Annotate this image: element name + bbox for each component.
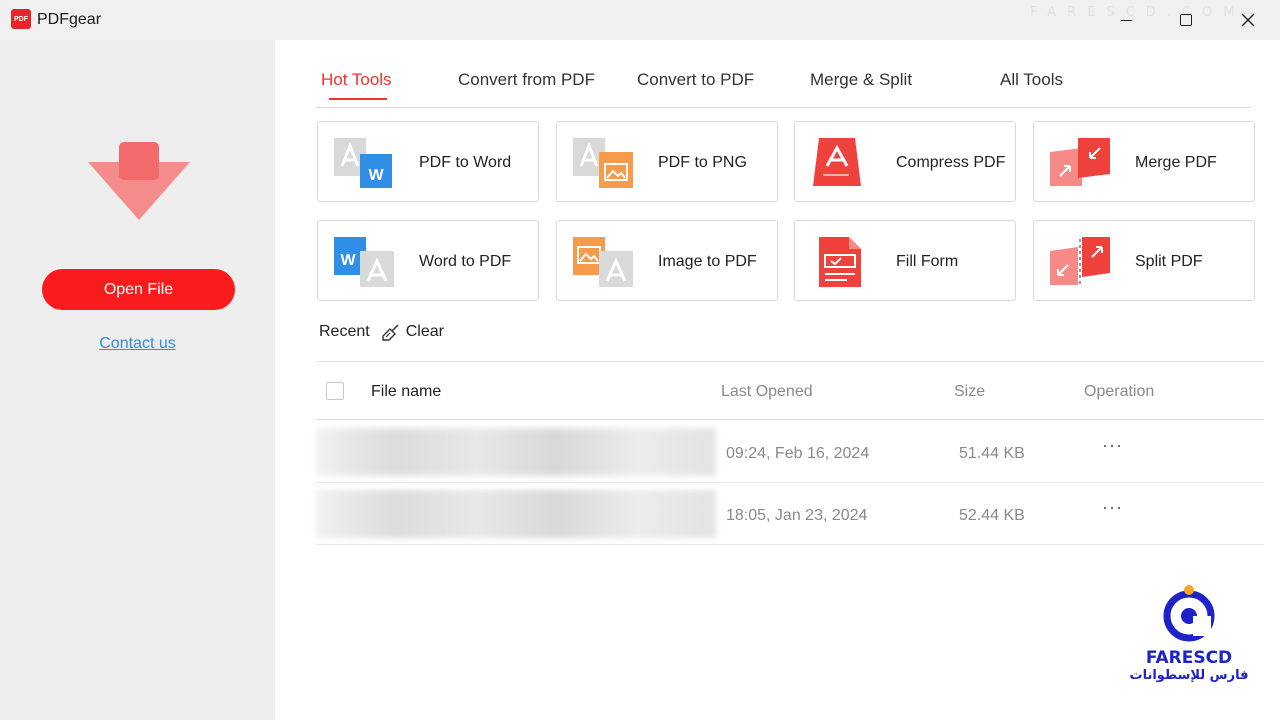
tool-label: Split PDF — [1135, 253, 1203, 270]
tool-label: Image to PDF — [658, 253, 757, 270]
column-operation: Operation — [1084, 383, 1155, 400]
contact-us-link[interactable]: Contact us — [0, 335, 275, 353]
svg-text:W: W — [368, 167, 384, 184]
watermark-brand: FARESCD — [1145, 648, 1233, 668]
fill-form-icon — [819, 237, 861, 287]
sidebar: Open File Contact us — [0, 40, 275, 720]
maximize-icon — [1180, 14, 1192, 26]
tool-card-pdf-to-word[interactable]: W PDF to Word — [317, 121, 539, 202]
size-cell: 51.44 KB — [959, 445, 1025, 462]
last-opened-cell: 18:05, Jan 23, 2024 — [726, 507, 868, 524]
close-icon — [1241, 13, 1255, 27]
active-tab-indicator — [329, 98, 387, 100]
minimize-button[interactable] — [1096, 0, 1156, 40]
close-button[interactable] — [1218, 0, 1278, 40]
clear-label: Clear — [405, 323, 444, 340]
split-pdf-icon — [1050, 237, 1110, 287]
merge-pdf-icon — [1050, 138, 1110, 186]
tool-label: Compress PDF — [896, 154, 1006, 171]
tool-card-image-to-pdf[interactable]: Image to PDF — [556, 220, 778, 301]
clear-button[interactable]: Clear — [381, 323, 444, 341]
tool-label: Word to PDF — [419, 253, 512, 270]
tool-label: Merge PDF — [1135, 154, 1217, 171]
table-header: File name Last Opened Size Operation — [316, 362, 1264, 420]
file-name-blurred — [316, 428, 716, 476]
tool-card-pdf-to-png[interactable]: PDF to PNG — [556, 121, 778, 202]
tool-label: PDF to Word — [419, 154, 512, 171]
title-bar: PDF PDFgear FARESCD.COM — [0, 0, 1280, 40]
compress-pdf-icon — [813, 138, 861, 186]
tab-convert-from-pdf[interactable]: Convert from PDF — [458, 70, 595, 90]
app-logo: PDF — [11, 9, 31, 29]
maximize-button[interactable] — [1156, 0, 1216, 40]
tool-card-merge-pdf[interactable]: Merge PDF — [1033, 121, 1255, 202]
tool-card-split-pdf[interactable]: Split PDF — [1033, 220, 1255, 301]
word-to-pdf-icon: W — [334, 237, 394, 287]
tool-card-compress-pdf[interactable]: Compress PDF — [794, 121, 1016, 202]
tab-merge-split[interactable]: Merge & Split — [810, 70, 912, 90]
last-opened-cell: 09:24, Feb 16, 2024 — [726, 445, 870, 462]
column-last-opened[interactable]: Last Opened — [721, 383, 813, 401]
recent-header: Recent Clear — [319, 322, 444, 342]
select-all-checkbox[interactable] — [326, 382, 344, 400]
watermark-arabic: فارس للإسطوانات — [1129, 668, 1249, 683]
more-options-icon[interactable]: ··· — [1102, 497, 1123, 518]
open-file-button[interactable]: Open File — [42, 269, 235, 310]
more-options-icon[interactable]: ··· — [1102, 435, 1123, 456]
image-to-pdf-icon — [573, 237, 633, 287]
tab-convert-to-pdf[interactable]: Convert to PDF — [637, 70, 754, 90]
tool-label: PDF to PNG — [658, 154, 747, 171]
tool-card-fill-form[interactable]: Fill Form — [794, 220, 1016, 301]
table-row[interactable]: 18:05, Jan 23, 2024 52.44 KB ··· — [316, 483, 1264, 545]
pdf-to-word-icon: W — [334, 138, 392, 188]
minimize-icon — [1120, 19, 1132, 21]
column-size[interactable]: Size — [954, 383, 985, 401]
tab-all-tools[interactable]: All Tools — [1000, 70, 1063, 90]
tool-tabs: Hot Tools Convert from PDF Convert to PD… — [316, 60, 1251, 108]
svg-text:W: W — [340, 252, 356, 269]
tool-card-word-to-pdf[interactable]: W Word to PDF — [317, 220, 539, 301]
tool-label: Fill Form — [896, 253, 959, 270]
pdf-to-png-icon — [573, 138, 633, 188]
tab-hot-tools[interactable]: Hot Tools — [321, 70, 392, 90]
recent-label: Recent — [319, 323, 370, 340]
size-cell: 52.44 KB — [959, 507, 1025, 524]
farescd-logo-icon — [1163, 585, 1215, 642]
table-row[interactable]: 09:24, Feb 16, 2024 51.44 KB ··· — [316, 421, 1264, 483]
file-name-blurred — [316, 490, 716, 538]
drop-file-arrow-icon — [88, 142, 190, 220]
broom-icon — [382, 323, 399, 341]
app-title: PDFgear — [37, 11, 102, 28]
column-file-name[interactable]: File name — [371, 383, 441, 401]
